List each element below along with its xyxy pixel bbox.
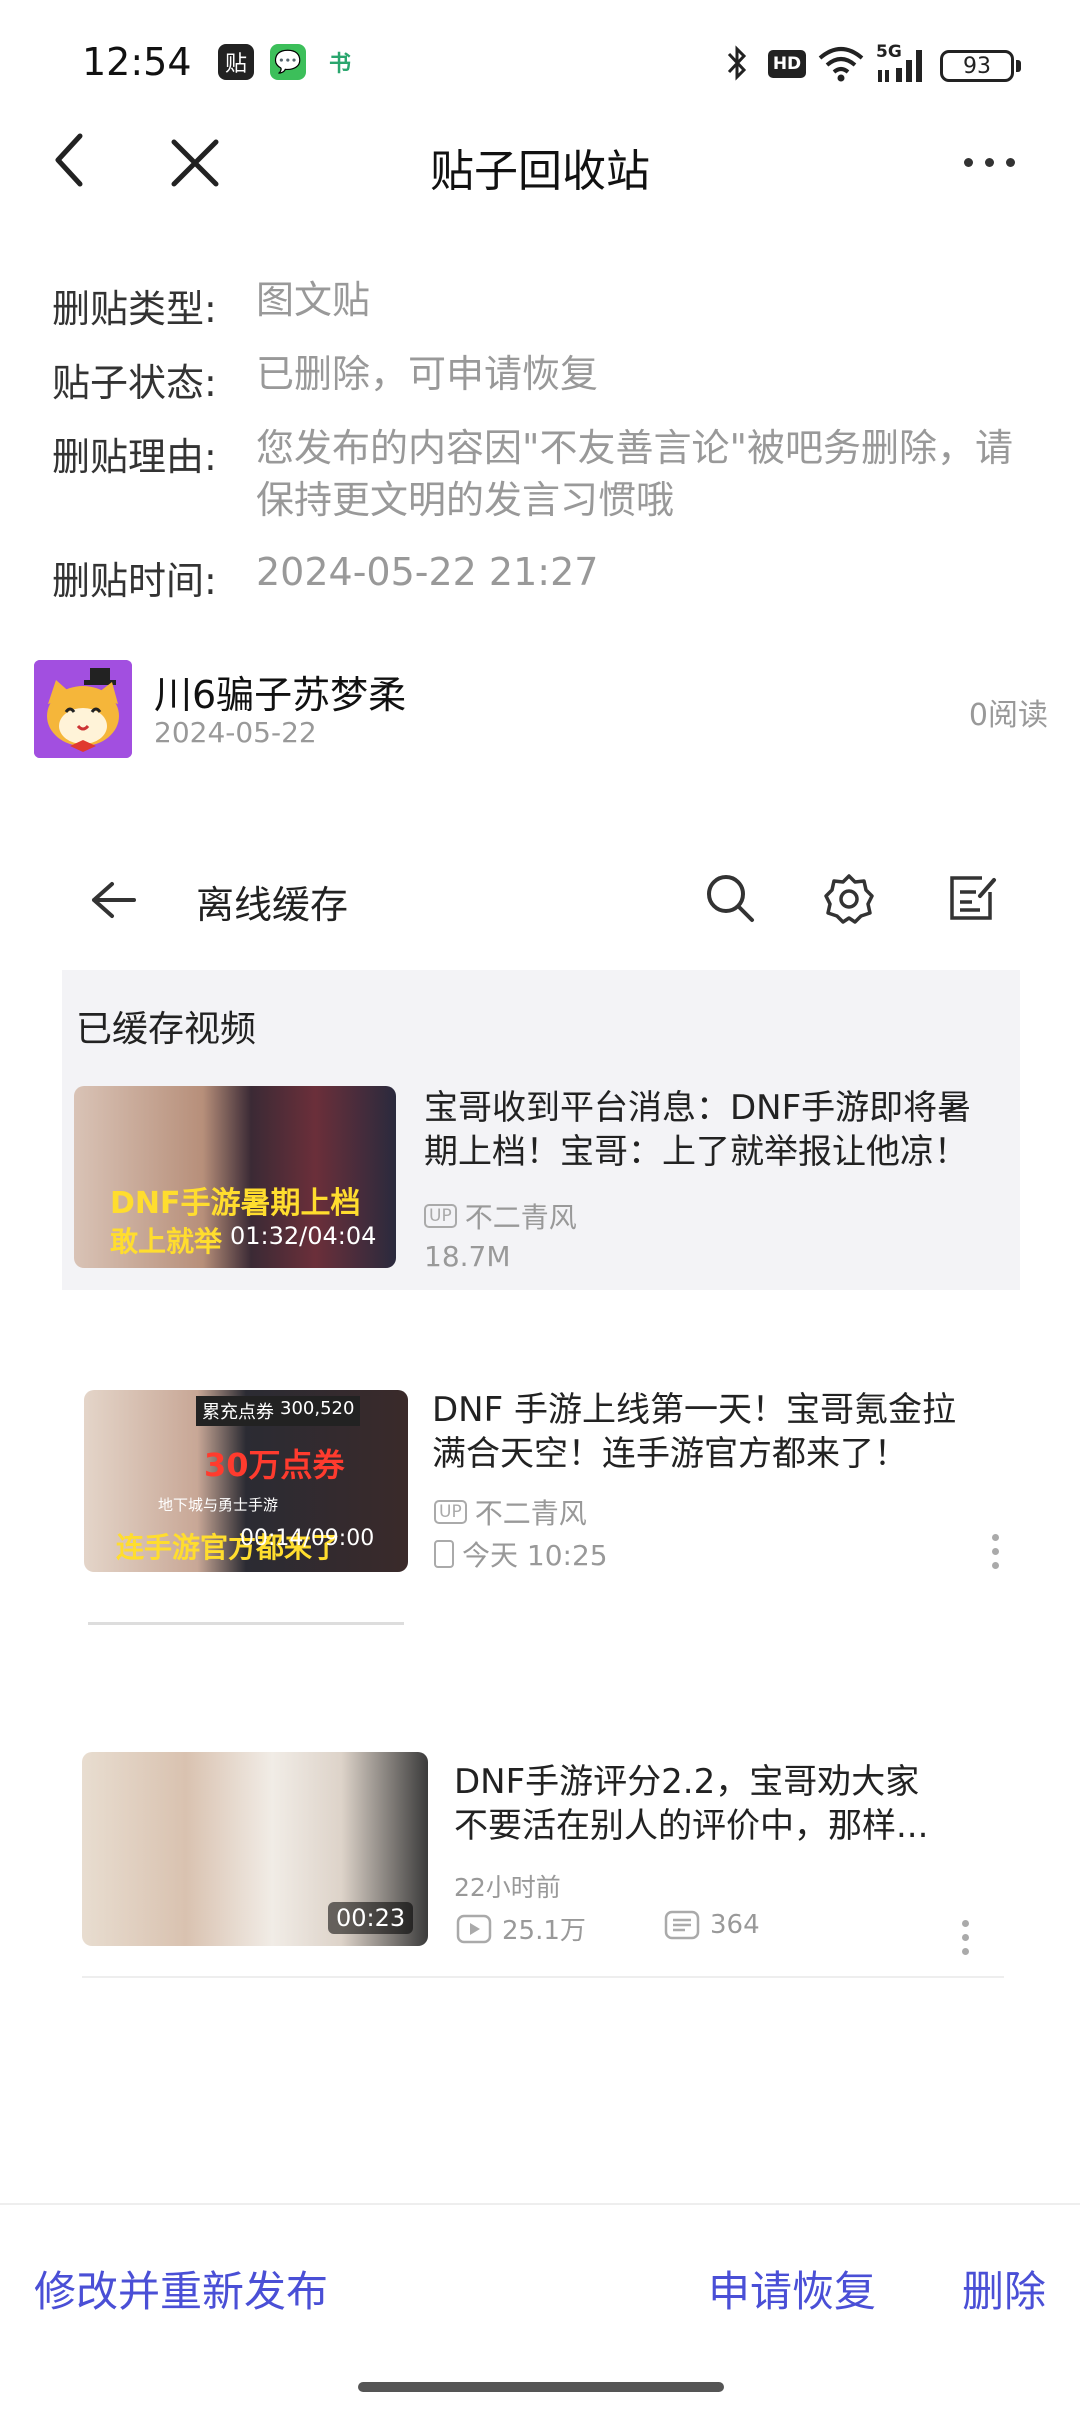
- video-thumbnail-3[interactable]: 00:23: [82, 1752, 428, 1946]
- screenshot-header: 离线缓存: [62, 850, 1020, 970]
- video-uploader-1: UP 不二青风: [424, 1196, 577, 1236]
- video-date-text: 今天 10:25: [462, 1539, 608, 1572]
- thumb2-time: 00:14/09:00: [240, 1526, 375, 1551]
- video-thumbnail-2[interactable]: 累充点券 300,520 30万点券 地下城与勇士手游 连手游官方都来了 00:…: [84, 1390, 408, 1572]
- delete-reason-line1: 您发布的内容因"不友善言论"被吧务删除，请: [256, 426, 1013, 470]
- video-title-1-line2: 期上档！宝哥：上了就举报让他凉！: [424, 1132, 968, 1172]
- avatar[interactable]: [34, 660, 132, 758]
- up-badge: UP: [434, 1500, 467, 1524]
- divider: [82, 1976, 1004, 1978]
- thumb1-title: DNF手游暑期上档: [110, 1186, 361, 1221]
- read-count: 0阅读: [968, 698, 1048, 733]
- video-date-2: 今天 10:25: [434, 1534, 608, 1574]
- screenshot-search-icon: [707, 875, 754, 922]
- screenshot-settings-icon: [824, 874, 874, 924]
- more-options-icon[interactable]: [964, 158, 1015, 167]
- post-date: 2024-05-22: [154, 716, 317, 749]
- thumb1-time: 01:32/04:04: [230, 1222, 377, 1250]
- post-status-label: 贴子状态:: [52, 361, 217, 405]
- video-title-3[interactable]: DNF手游评分2.2，宝哥劝大家 不要活在别人的评价中，那样...: [454, 1760, 928, 1848]
- battery-indicator: 93: [940, 50, 1014, 82]
- divider: [88, 1622, 404, 1625]
- thumb3-time: 00:23: [328, 1902, 414, 1934]
- home-indicator[interactable]: [358, 2382, 724, 2392]
- delete-reason-value: 您发布的内容因"不友善言论"被吧务删除，请 保持更文明的发言习惯哦: [256, 422, 1056, 526]
- chat-app-icon: 💬: [270, 44, 306, 80]
- video-uploader-2: UP 不二青风: [434, 1492, 587, 1532]
- video-3-comments: 364: [664, 1910, 760, 1940]
- video-size-1: 18.7M: [424, 1240, 511, 1273]
- delete-type-label: 删贴类型:: [52, 287, 217, 331]
- thumb2-title: 30万点券: [204, 1446, 345, 1484]
- video-title-3-line1: DNF手游评分2.2，宝哥劝大家: [454, 1762, 920, 1802]
- screenshot-back-icon: [92, 882, 136, 918]
- video-2-more-icon: [992, 1534, 999, 1569]
- delete-time-label: 删贴时间:: [52, 559, 217, 603]
- author-name[interactable]: 川6骗子苏梦柔: [154, 664, 406, 719]
- video-3-posted: 22小时前: [454, 1873, 561, 1902]
- view-count: 25.1万: [502, 1916, 586, 1946]
- phone-icon: [434, 1540, 454, 1568]
- battery-tip: [1016, 60, 1021, 72]
- comment-count-icon: [664, 1910, 700, 1940]
- video-title-2-line1: DNF 手游上线第一天！宝哥氪金拉: [432, 1390, 956, 1430]
- video-thumbnail-1[interactable]: DNF手游暑期上档 敢上就举 01:32/04:04: [74, 1086, 396, 1268]
- screenshot-edit-icon: [950, 876, 996, 920]
- video-3-more-icon: [962, 1920, 969, 1955]
- comment-count: 364: [710, 1910, 760, 1940]
- page-title: 贴子回收站: [430, 146, 650, 197]
- video-title-2-line2: 满合天空！连手游官方都来了！: [432, 1434, 908, 1474]
- delete-reason-label: 删贴理由:: [52, 435, 217, 479]
- tieba-app-icon: 贴: [218, 44, 254, 80]
- bluetooth-icon: [727, 45, 747, 81]
- thumb2-points: 300,520: [280, 1398, 355, 1419]
- thumb2-badge: 累充点券 300,520: [196, 1396, 361, 1426]
- restore-button[interactable]: 申请恢复: [708, 2258, 876, 2319]
- signal-icon: [878, 50, 922, 82]
- status-time: 12:54: [82, 40, 192, 84]
- uploader-name: 不二青风: [474, 1497, 587, 1530]
- bottom-bar-divider: [0, 2203, 1080, 2205]
- thumb2-game: 地下城与勇士手游: [158, 1496, 279, 1514]
- edit-republish-button[interactable]: 修改并重新发布: [34, 2258, 328, 2319]
- novel-app-icon: 书: [322, 44, 358, 80]
- uploader-name: 不二青风: [464, 1201, 577, 1234]
- cat-avatar-icon: [34, 660, 132, 758]
- delete-reason-line2: 保持更文明的发言习惯哦: [256, 478, 675, 522]
- delete-type-value: 图文贴: [256, 278, 371, 322]
- hd-icon: HD: [768, 50, 806, 78]
- battery-level: 93: [963, 53, 991, 79]
- video-3-views: 25.1万: [456, 1910, 586, 1947]
- wifi-icon: [818, 47, 864, 82]
- video-title-1[interactable]: 宝哥收到平台消息：DNF手游即将暑 期上档！宝哥：上了就举报让他凉！: [424, 1086, 971, 1174]
- play-count-icon: [456, 1914, 492, 1943]
- cached-section-title: 已缓存视频: [76, 1009, 257, 1050]
- video-title-3-line2: 不要活在别人的评价中，那样...: [454, 1806, 929, 1846]
- post-status-value: 已删除，可申请恢复: [256, 352, 599, 396]
- video-title-1-line1: 宝哥收到平台消息：DNF手游即将暑: [424, 1088, 972, 1128]
- thumb1-subtitle: 敢上就举: [110, 1225, 223, 1258]
- cached-videos-section: 已缓存视频 DNF手游暑期上档 敢上就举 01:32/04:04 宝哥收到平台消…: [62, 970, 1020, 1290]
- thumb2-badge-label: 累充点券: [202, 1402, 274, 1423]
- delete-time-value: 2024-05-22 21:27: [256, 550, 599, 594]
- delete-button[interactable]: 删除: [962, 2258, 1046, 2319]
- video-title-2[interactable]: DNF 手游上线第一天！宝哥氪金拉 满合天空！连手游官方都来了！: [432, 1388, 956, 1476]
- up-badge: UP: [424, 1204, 457, 1228]
- screenshot-page-title: 离线缓存: [196, 883, 349, 927]
